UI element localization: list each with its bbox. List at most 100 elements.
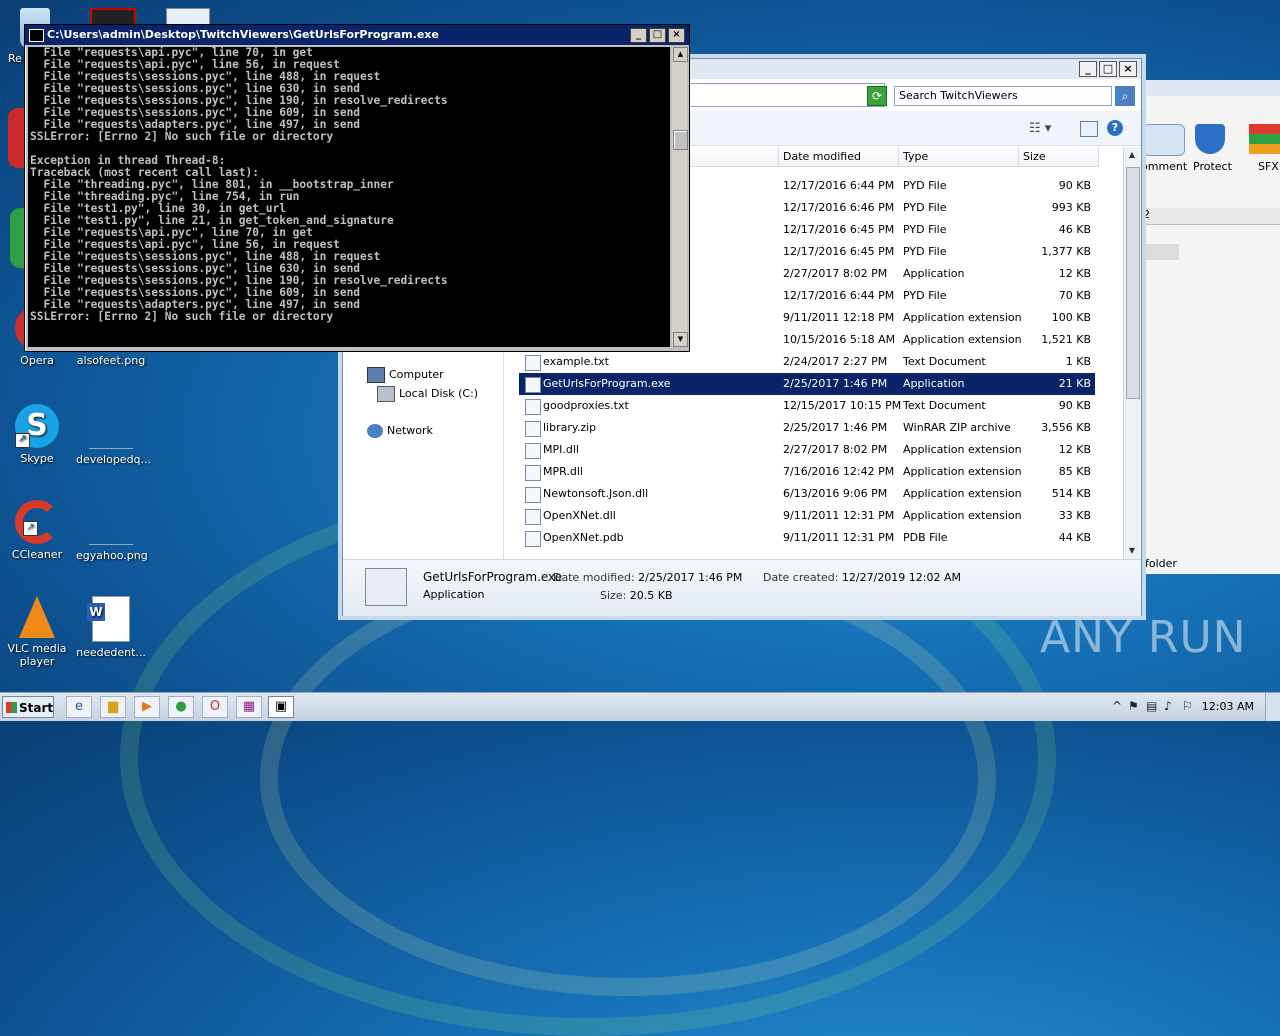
- console-task-button[interactable]: ▣: [268, 696, 294, 718]
- file-type: PYD File: [903, 179, 947, 192]
- file-icon: [525, 443, 541, 459]
- volume-icon[interactable]: ♪: [1164, 699, 1172, 713]
- file-name: goodproxies.txt: [543, 399, 629, 412]
- nav-item-local-disk[interactable]: Local Disk (C:): [377, 386, 478, 402]
- console-scrollbar[interactable]: ▲ ▼: [672, 47, 688, 347]
- file-row[interactable]: goodproxies.txt 12/15/2017 10:15 PM Text D…: [519, 395, 1095, 417]
- nav-item-label: Local Disk (C:): [399, 387, 479, 400]
- desktop-icon-egyahoo[interactable]: egyahoo.png: [76, 500, 148, 562]
- file-size: 1,377 KB: [1041, 245, 1091, 258]
- word-document-icon: W: [87, 596, 130, 642]
- scroll-up-icon[interactable]: ▲: [1126, 149, 1138, 161]
- file-date: 2/25/2017 1:46 PM: [783, 421, 888, 434]
- desktop-icon-neededent[interactable]: W neededent...: [76, 596, 146, 659]
- file-size: 3,556 KB: [1041, 421, 1091, 434]
- file-size: 46 KB: [1058, 223, 1091, 236]
- chrome-icon[interactable]: ●: [168, 696, 194, 718]
- file-row[interactable]: MPI.dll 2/27/2017 8:02 PM Application exte…: [519, 439, 1095, 461]
- system-tray: ^ ⚑ ▤ ♪ ⚐ 12:03 AM: [1104, 693, 1280, 721]
- file-type: Application extension: [903, 443, 1022, 456]
- flag-tray-icon[interactable]: ⚐: [1182, 699, 1193, 713]
- file-type: PYD File: [903, 201, 947, 214]
- opera-icon[interactable]: O: [202, 696, 228, 718]
- file-row[interactable]: OpenXNet.pdb 9/11/2011 12:31 PM PDB File 44…: [519, 527, 1095, 549]
- search-icon[interactable]: ⌕: [1115, 86, 1135, 106]
- clock[interactable]: 12:03 AM: [1202, 700, 1254, 713]
- nav-item-label: Computer: [389, 368, 444, 381]
- maximize-button[interactable]: □: [649, 28, 666, 43]
- file-list-scrollbar[interactable]: ▲ ▼: [1123, 147, 1140, 559]
- file-type: PYD File: [903, 245, 947, 258]
- minimize-button[interactable]: _: [630, 28, 647, 43]
- file-type: PYD File: [903, 223, 947, 236]
- internet-explorer-icon[interactable]: e: [66, 696, 92, 718]
- desktop-icon-vlc[interactable]: VLC media player: [2, 596, 72, 668]
- sfx-archive-icon: [1249, 124, 1280, 154]
- file-icon: [525, 377, 541, 393]
- scroll-down-icon[interactable]: ▼: [1126, 545, 1138, 557]
- refresh-button[interactable]: ⟳: [867, 86, 887, 106]
- nav-item-computer[interactable]: Computer: [367, 367, 444, 383]
- desktop-icon-skype[interactable]: S ↗ Skype: [2, 404, 72, 465]
- close-button[interactable]: ×: [668, 28, 685, 43]
- help-icon[interactable]: ?: [1107, 120, 1123, 136]
- scroll-down-icon[interactable]: ▼: [673, 332, 688, 347]
- file-type: Application extension: [903, 311, 1022, 324]
- file-row[interactable]: OpenXNet.dll 9/11/2011 12:31 PM Applicatio…: [519, 505, 1095, 527]
- search-input[interactable]: Search TwitchViewers: [894, 86, 1112, 106]
- file-size: 33 KB: [1058, 509, 1091, 522]
- file-date: 12/15/2017 10:15 PM: [783, 399, 902, 412]
- file-row[interactable]: example.txt 2/24/2017 2:27 PM Text Documen…: [519, 351, 1095, 373]
- file-name: OpenXNet.dll: [543, 509, 616, 522]
- console-titlebar: C:\Users\admin\Desktop\TwitchViewers\Get…: [25, 25, 689, 45]
- console-output[interactable]: File "requests\api.pyc", line 70, in get…: [28, 47, 670, 347]
- column-header-date[interactable]: Date modified: [779, 147, 899, 167]
- action-center-icon[interactable]: ⚑: [1128, 699, 1139, 713]
- application-icon: [365, 568, 407, 606]
- file-row[interactable]: Newtonsoft.Json.dll 6/13/2016 9:06 PM Appl…: [519, 483, 1095, 505]
- desktop-icon-ccleaner[interactable]: ↗ CCleaner: [2, 500, 72, 561]
- network-tray-icon[interactable]: ▤: [1146, 699, 1157, 713]
- file-size: 85 KB: [1058, 465, 1091, 478]
- details-modified-label: Date modified:: [553, 571, 635, 584]
- file-row-selected[interactable]: GetUrlsForProgram.exe 2/25/2017 1:46 PM Ap…: [519, 373, 1095, 395]
- folder-icon[interactable]: ▆: [100, 696, 126, 718]
- view-options-icon[interactable]: ☷ ▾: [1029, 121, 1051, 136]
- column-header-size[interactable]: Size: [1019, 147, 1099, 167]
- nav-item-network[interactable]: Network: [367, 424, 433, 438]
- show-desktop-button[interactable]: [1265, 693, 1280, 721]
- file-size: 1 KB: [1065, 355, 1091, 368]
- vlc-cone-icon: [19, 596, 55, 638]
- scroll-up-icon[interactable]: ▲: [673, 47, 688, 62]
- start-label: Start: [19, 701, 54, 715]
- file-size: 21 KB: [1058, 377, 1091, 390]
- file-row[interactable]: library.zip 2/25/2017 1:46 PM WinRAR ZIP a…: [519, 417, 1095, 439]
- column-header-label: Size: [1023, 150, 1046, 163]
- anyrun-watermark: ANY RUN: [1040, 612, 1247, 663]
- file-name: MPR.dll: [543, 465, 583, 478]
- file-date: 12/17/2016 6:45 PM: [783, 245, 895, 258]
- chevron-up-icon[interactable]: ^: [1112, 699, 1122, 713]
- toolbar-comment-label[interactable]: omment: [1141, 160, 1187, 173]
- winrar-icon[interactable]: ▦: [236, 696, 262, 718]
- maximize-button[interactable]: □: [1099, 61, 1117, 77]
- preview-pane-button[interactable]: [1080, 121, 1098, 137]
- media-player-icon[interactable]: ▶: [134, 696, 160, 718]
- file-date: 2/24/2017 2:27 PM: [783, 355, 888, 368]
- toolbar-protect-label[interactable]: Protect: [1193, 160, 1232, 173]
- start-button[interactable]: Start: [2, 696, 54, 718]
- console-title: C:\Users\admin\Desktop\TwitchViewers\Get…: [47, 28, 439, 41]
- scrollbar-thumb[interactable]: [673, 130, 688, 150]
- nav-item-label: Network: [387, 424, 433, 437]
- scrollbar-thumb[interactable]: [1126, 167, 1140, 399]
- file-row[interactable]: MPR.dll 7/16/2016 12:42 PM Application ext…: [519, 461, 1095, 483]
- comment-icon: [1143, 124, 1185, 156]
- close-button[interactable]: ×: [1119, 61, 1137, 77]
- file-type: PDB File: [903, 531, 948, 544]
- toolbar-sfx-label[interactable]: SFX: [1258, 160, 1279, 173]
- file-name: GetUrlsForProgram.exe: [543, 377, 671, 390]
- desktop-icon-developedq[interactable]: developedq...: [76, 404, 151, 466]
- file-name: example.txt: [543, 355, 609, 368]
- minimize-button[interactable]: _: [1079, 61, 1097, 77]
- column-header-type[interactable]: Type: [899, 147, 1019, 167]
